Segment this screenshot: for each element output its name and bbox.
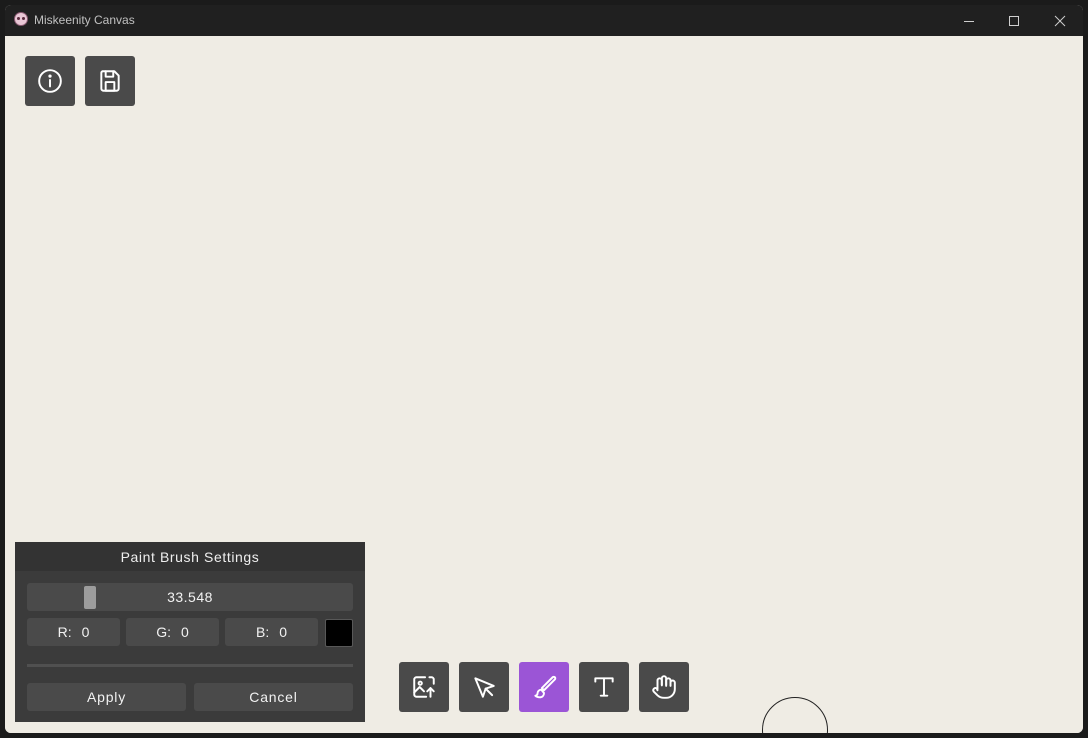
minimize-button[interactable] (946, 5, 992, 36)
image-upload-icon (413, 676, 435, 698)
info-button[interactable] (25, 56, 75, 106)
select-cursor-icon (474, 677, 495, 698)
maximize-button[interactable] (991, 5, 1037, 36)
cancel-button[interactable]: Cancel (194, 683, 353, 711)
green-value: 0 (180, 624, 189, 640)
paint-brush-icon (534, 675, 557, 699)
window-title: Miskeenity Canvas (34, 13, 135, 27)
red-label: R: (57, 624, 72, 640)
close-button[interactable] (1037, 5, 1083, 36)
hand-pan-icon (652, 675, 676, 699)
close-icon (1054, 15, 1066, 26)
app-logo-icon (14, 12, 28, 26)
paint-brush-settings-panel: Paint Brush Settings 33.548 R: 0 G: 0 B:… (15, 542, 365, 722)
green-label: G: (156, 624, 171, 640)
brush-cursor-outline (762, 697, 828, 733)
drawing-canvas[interactable]: Paint Brush Settings 33.548 R: 0 G: 0 B:… (5, 36, 1083, 733)
red-channel-field[interactable]: R: 0 (27, 618, 120, 646)
tool-image-upload[interactable] (399, 662, 449, 712)
blue-channel-field[interactable]: B: 0 (225, 618, 318, 646)
app-window: Miskeenity Canvas Paint Brush Settings 3… (5, 5, 1083, 733)
blue-value: 0 (279, 624, 288, 640)
green-channel-field[interactable]: G: 0 (126, 618, 219, 646)
title-bar[interactable]: Miskeenity Canvas (5, 5, 1083, 36)
brush-size-slider[interactable]: 33.548 (27, 583, 353, 611)
apply-button[interactable]: Apply (27, 683, 186, 711)
blue-label: B: (255, 624, 270, 640)
tool-hand-pan[interactable] (639, 662, 689, 712)
tool-paint-brush[interactable] (519, 662, 569, 712)
brush-size-value: 33.548 (167, 589, 213, 605)
save-icon (100, 70, 120, 92)
red-value: 0 (81, 624, 90, 640)
text-icon (594, 677, 614, 697)
panel-divider (27, 664, 353, 667)
maximize-icon (1009, 15, 1019, 26)
minimize-icon (964, 20, 974, 22)
info-icon (38, 69, 62, 93)
tool-text[interactable] (579, 662, 629, 712)
color-preview-swatch[interactable] (325, 619, 353, 647)
save-button[interactable] (85, 56, 135, 106)
tool-select[interactable] (459, 662, 509, 712)
panel-title: Paint Brush Settings (15, 542, 365, 571)
